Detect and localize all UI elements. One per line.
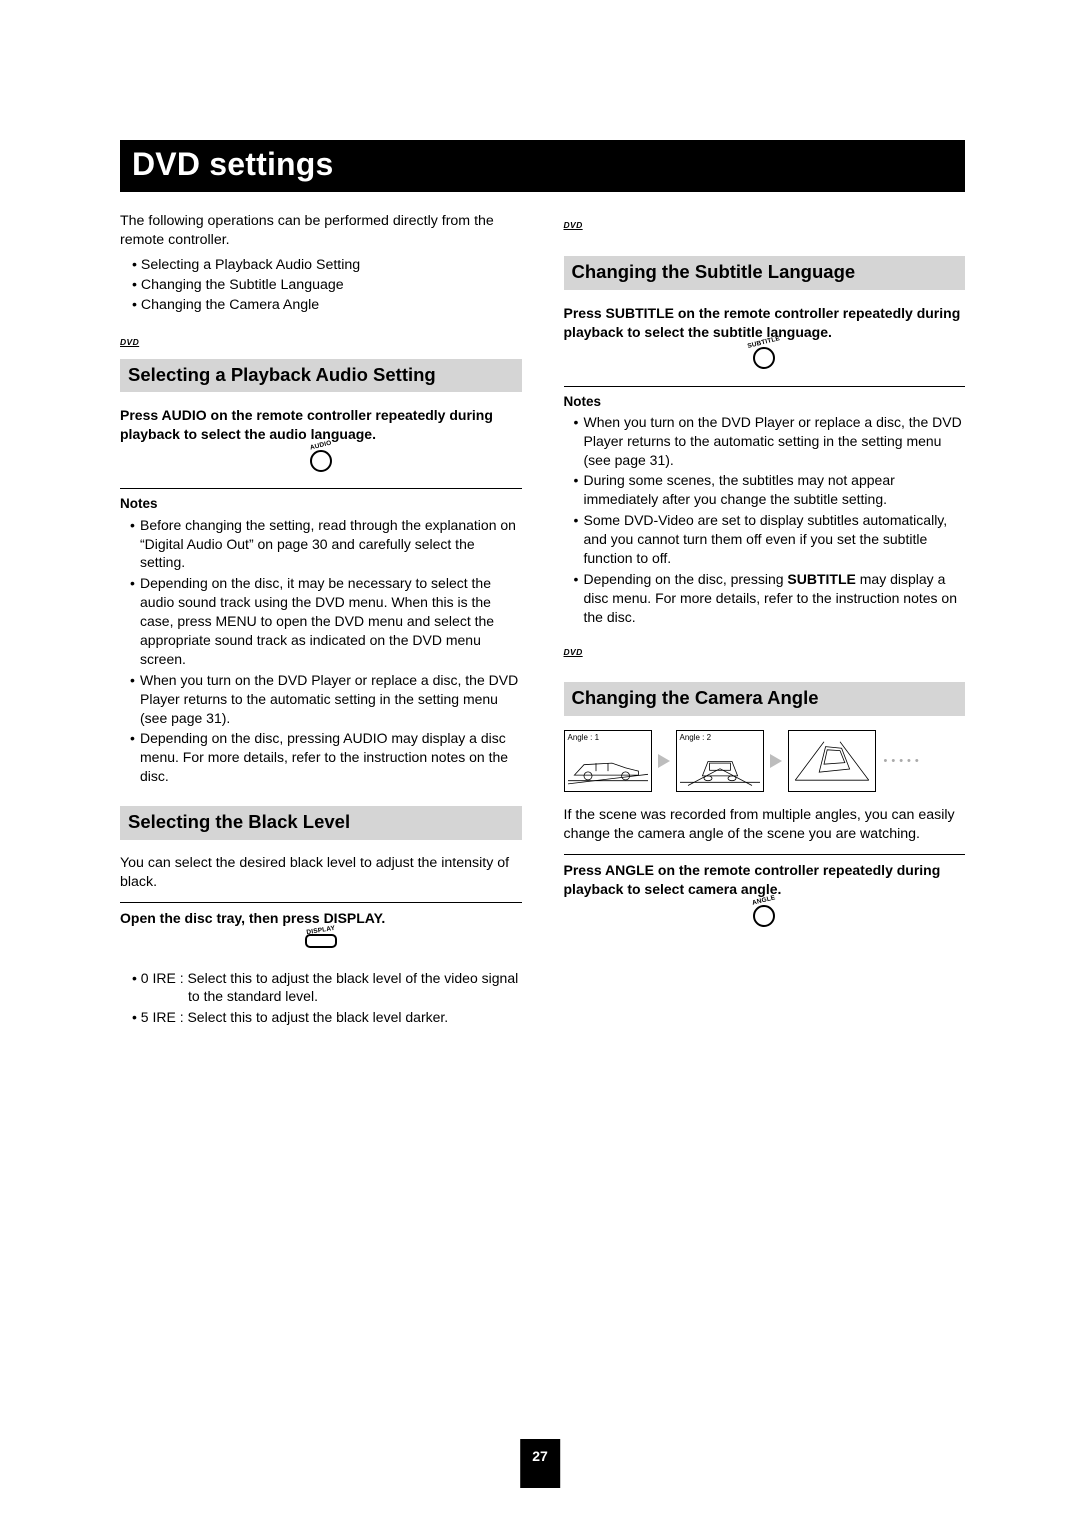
car-top-icon (792, 733, 872, 789)
subtitle-notes: When you turn on the DVD Player or repla… (564, 413, 966, 627)
dots-icon: ••••• (884, 754, 923, 769)
dvd-badge-icon: DVD (564, 220, 583, 231)
note-item: During some scenes, the subtitles may no… (574, 471, 966, 509)
angle-button-icon: ANGLE (753, 905, 775, 927)
angle-desc: If the scene was recorded from multiple … (564, 806, 966, 844)
audio-button-icon: AUDIO (310, 450, 332, 472)
right-column: DVD Changing the Subtitle Language Press… (564, 212, 966, 1029)
section-angle-heading: Changing the Camera Angle (564, 682, 966, 716)
ire-options: • 0 IRE : Select this to adjust the blac… (120, 969, 522, 1028)
intro-bullet: Changing the Subtitle Language (132, 276, 522, 295)
section-subtitle-heading: Changing the Subtitle Language (564, 256, 966, 290)
angle-1-label: Angle : 1 (568, 733, 648, 744)
content-columns: The following operations can be performe… (120, 212, 965, 1029)
intro-bullet: Selecting a Playback Audio Setting (132, 256, 522, 275)
divider (564, 386, 966, 387)
arrow-icon (770, 754, 782, 768)
note-item: Depending on the disc, pressing AUDIO ma… (130, 729, 522, 786)
note-item: Some DVD-Video are set to display subtit… (574, 511, 966, 568)
note-item: When you turn on the DVD Player or repla… (130, 671, 522, 728)
note-item: Depending on the disc, it may be necessa… (130, 574, 522, 668)
intro-bullets: Selecting a Playback Audio Setting Chang… (120, 256, 522, 316)
notes-heading: Notes (120, 495, 522, 513)
angle-2-label: Angle : 2 (680, 733, 760, 744)
subtitle-instruction: Press SUBTITLE on the remote controller … (564, 304, 966, 342)
section-black-heading: Selecting the Black Level (120, 806, 522, 840)
note-item: When you turn on the DVD Player or repla… (574, 413, 966, 470)
divider (564, 854, 966, 855)
page-banner: DVD settings (120, 140, 965, 192)
section-audio-heading: Selecting a Playback Audio Setting (120, 359, 522, 393)
angle-instruction: Press ANGLE on the remote controller rep… (564, 861, 966, 899)
note-item: Depending on the disc, pressing SUBTITLE… (574, 570, 966, 627)
car-front-icon (680, 745, 760, 789)
note-item: Before changing the setting, read throug… (130, 516, 522, 573)
black-desc: You can select the desired black level t… (120, 854, 522, 892)
car-side-icon (568, 745, 648, 789)
page-number: 27 (520, 1439, 560, 1488)
angle-frame-1: Angle : 1 (564, 730, 652, 792)
subtitle-button-icon: SUBTITLE (753, 347, 775, 369)
ire-0-option: • 0 IRE : Select this to adjust the blac… (132, 969, 522, 1007)
display-button-icon: DISPLAY (305, 934, 337, 948)
notes-heading: Notes (564, 393, 966, 411)
ire-5-option: • 5 IRE : Select this to adjust the blac… (132, 1008, 522, 1027)
dvd-badge-icon: DVD (564, 647, 583, 658)
angle-illustration: Angle : 1 Angle : 2 (564, 730, 966, 792)
left-column: The following operations can be performe… (120, 212, 522, 1029)
black-instruction: Open the disc tray, then press DISPLAY. (120, 909, 522, 928)
angle-frame-2: Angle : 2 (676, 730, 764, 792)
divider (120, 902, 522, 903)
divider (120, 488, 522, 489)
angle-frame-3 (788, 730, 876, 792)
arrow-icon (658, 754, 670, 768)
intro-bullet: Changing the Camera Angle (132, 296, 522, 315)
audio-notes: Before changing the setting, read throug… (120, 516, 522, 786)
audio-instruction: Press AUDIO on the remote controller rep… (120, 406, 522, 444)
dvd-badge-icon: DVD (120, 337, 139, 348)
intro-text: The following operations can be performe… (120, 212, 522, 250)
